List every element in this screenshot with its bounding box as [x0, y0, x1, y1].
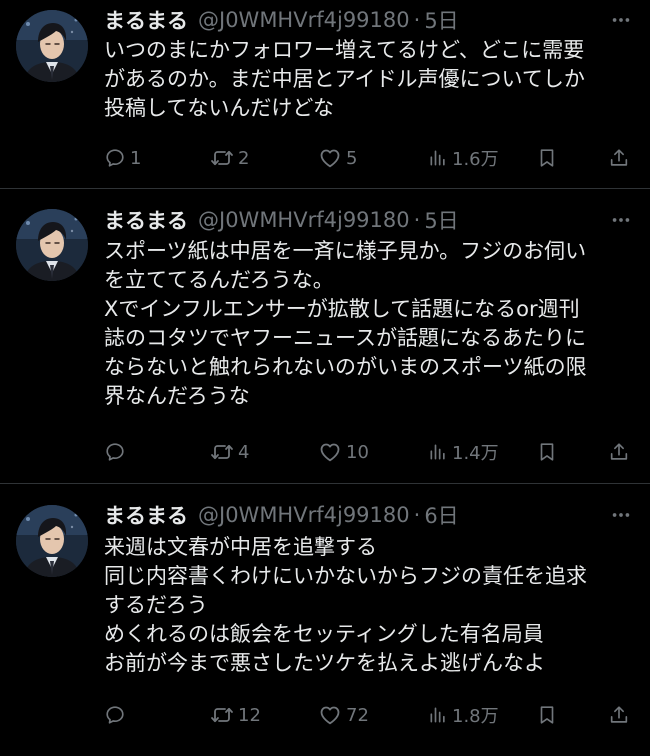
- reply-button[interactable]: [104, 704, 130, 726]
- tweet-actions: 12 72 1.8万: [104, 701, 636, 729]
- like-count: 5: [346, 147, 358, 169]
- avatar-image: [16, 505, 88, 577]
- view-count: 1.8万: [452, 706, 499, 727]
- tweet-header: まるまる @J0WMHVrf4j99180 · 5日: [104, 205, 610, 235]
- like-count: 10: [346, 441, 369, 463]
- share-icon: [608, 441, 630, 463]
- reply-count: 1: [130, 147, 142, 169]
- tweet-text: スポーツ紙は中居を一斉に様子見か。フジのお伺い を立ててるんだろうな。 Xでイン…: [104, 239, 587, 408]
- timestamp[interactable]: 6日: [424, 500, 458, 530]
- timestamp[interactable]: 5日: [424, 205, 458, 235]
- user-handle[interactable]: @J0WMHVrf4j99180: [198, 8, 410, 32]
- bookmark-icon: [536, 704, 558, 726]
- reply-icon: [104, 147, 126, 169]
- tweet-text: いつのまにかフォロワー増えてるけど、どこに需要 があるのか。まだ中居とアイドル声…: [104, 38, 585, 120]
- retweet-count: 12: [238, 704, 261, 726]
- reply-button[interactable]: 1: [104, 147, 141, 169]
- avatar[interactable]: [16, 10, 88, 82]
- user-handle[interactable]: @J0WMHVrf4j99180: [198, 503, 410, 527]
- retweet-icon: [210, 146, 234, 170]
- like-button[interactable]: 72: [318, 703, 369, 727]
- more-icon[interactable]: [608, 502, 634, 528]
- reply-icon: [104, 704, 126, 726]
- avatar-image: [16, 10, 88, 82]
- tweet-header: まるまる @J0WMHVrf4j99180 · 6日: [104, 500, 610, 530]
- share-button[interactable]: [608, 704, 630, 726]
- views-button[interactable]: 1.6万: [428, 145, 499, 171]
- like-icon: [318, 703, 342, 727]
- tweet-actions: 4 10 1.4万: [104, 438, 636, 466]
- display-name[interactable]: まるまる: [104, 5, 188, 35]
- bookmark-button[interactable]: [536, 147, 558, 169]
- tweet[interactable]: まるまる @J0WMHVrf4j99180 · 5日 スポーツ紙は中居を一斉に様…: [0, 189, 650, 484]
- avatar[interactable]: [16, 209, 88, 281]
- retweet-button[interactable]: 12: [210, 703, 261, 727]
- like-button[interactable]: 5: [318, 146, 357, 170]
- tweet-actions: 1 2 5 1.6万: [104, 144, 636, 172]
- bookmark-icon: [536, 147, 558, 169]
- separator: ·: [413, 208, 421, 232]
- like-icon: [318, 440, 342, 464]
- display-name[interactable]: まるまる: [104, 500, 188, 530]
- retweet-icon: [210, 703, 234, 727]
- more-icon[interactable]: [608, 207, 634, 233]
- separator: ·: [413, 8, 421, 32]
- bookmark-button[interactable]: [536, 704, 558, 726]
- share-button[interactable]: [608, 441, 630, 463]
- share-icon: [608, 704, 630, 726]
- view-count: 1.4万: [452, 443, 499, 464]
- timestamp[interactable]: 5日: [424, 5, 458, 35]
- tweet-header: まるまる @J0WMHVrf4j99180 · 5日: [104, 5, 610, 35]
- retweet-button[interactable]: 2: [210, 146, 249, 170]
- like-count: 72: [346, 704, 369, 726]
- view-count: 1.6万: [452, 149, 499, 170]
- views-icon: [428, 442, 448, 462]
- reply-button[interactable]: [104, 441, 130, 463]
- tweet-text: 来週は文春が中居を追撃する 同じ内容書くわけにいかないからフジの責任を追求 する…: [104, 535, 587, 675]
- tweet[interactable]: まるまる @J0WMHVrf4j99180 · 5日 いつのまにかフォロワー増え…: [0, 0, 650, 189]
- like-icon: [318, 146, 342, 170]
- views-button[interactable]: 1.8万: [428, 702, 499, 728]
- more-icon[interactable]: [608, 7, 634, 33]
- display-name[interactable]: まるまる: [104, 205, 188, 235]
- share-button[interactable]: [608, 147, 630, 169]
- share-icon: [608, 147, 630, 169]
- retweet-icon: [210, 440, 234, 464]
- user-handle[interactable]: @J0WMHVrf4j99180: [198, 208, 410, 232]
- views-button[interactable]: 1.4万: [428, 439, 499, 465]
- views-icon: [428, 148, 448, 168]
- bookmark-button[interactable]: [536, 441, 558, 463]
- reply-icon: [104, 441, 126, 463]
- retweet-count: 2: [238, 147, 250, 169]
- retweet-button[interactable]: 4: [210, 440, 249, 464]
- avatar[interactable]: [16, 505, 88, 577]
- tweet[interactable]: まるまる @J0WMHVrf4j99180 · 6日 来週は文春が中居を追撃する…: [0, 484, 650, 756]
- retweet-count: 4: [238, 441, 250, 463]
- separator: ·: [413, 503, 421, 527]
- views-icon: [428, 705, 448, 725]
- like-button[interactable]: 10: [318, 440, 369, 464]
- bookmark-icon: [536, 441, 558, 463]
- avatar-image: [16, 209, 88, 281]
